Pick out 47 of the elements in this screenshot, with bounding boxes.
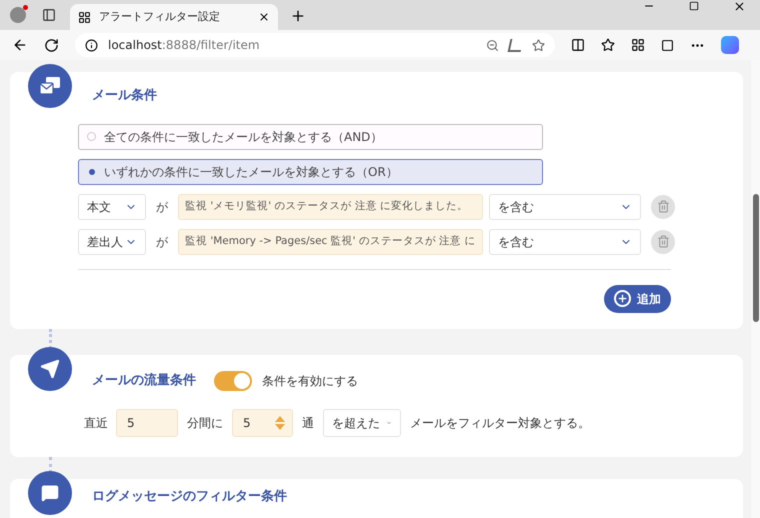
unit-text: 分間に <box>187 414 223 432</box>
prefix-text: 直近 <box>84 414 108 432</box>
reload-icon[interactable] <box>44 38 59 52</box>
unit-text: 通 <box>302 414 314 432</box>
section-title: メール条件 <box>92 87 158 105</box>
info-icon <box>85 38 98 52</box>
back-icon[interactable] <box>12 37 28 53</box>
close-icon[interactable] <box>258 11 270 23</box>
value-field[interactable]: 監視 'メモリ監視' のステータスが 注意 に変化しました。 <box>178 194 483 220</box>
favorite-icon[interactable] <box>532 38 545 52</box>
favorites-icon[interactable] <box>601 38 615 52</box>
trash-icon <box>656 200 670 213</box>
sidebar-icon[interactable] <box>42 8 56 22</box>
value-field[interactable]: 監視 'Memory -> Pages/sec 監視' のステータスが 注意 に <box>178 228 483 254</box>
new-tab-icon[interactable] <box>290 8 306 24</box>
close-window-icon[interactable] <box>733 0 746 13</box>
split-icon[interactable] <box>571 38 585 52</box>
operator-select[interactable]: を含む <box>489 228 641 254</box>
scrollbar[interactable] <box>751 60 760 518</box>
browser-tab[interactable]: アラートフィルター設定 <box>70 4 278 30</box>
tab-title: アラートフィルター設定 <box>99 8 221 25</box>
radio-option[interactable]: いずれかの条件に一致したメールを対象とする（OR） <box>78 158 543 184</box>
maximize-icon[interactable] <box>689 1 699 11</box>
delete-button[interactable] <box>651 194 675 218</box>
add-button[interactable]: 追加 <box>604 284 671 312</box>
url-text: localhost:8888/filter/item <box>108 37 261 54</box>
suffix-text: メールをフィルター対象とする。 <box>410 414 590 432</box>
field-select[interactable]: 差出人 <box>78 228 146 254</box>
zoom-out-icon[interactable] <box>486 38 499 52</box>
connector-text: が <box>156 234 168 250</box>
section-title: メールの流量条件 <box>92 372 196 390</box>
trash-icon <box>656 235 670 248</box>
comparison-select[interactable]: を超えた <box>323 408 401 436</box>
delete-button[interactable] <box>651 230 675 254</box>
plus-icon <box>614 290 631 307</box>
toggle-label: 条件を有効にする <box>262 372 358 390</box>
section-title: ログメッセージのフィルター条件 <box>92 488 287 504</box>
operator-select[interactable]: を含む <box>489 194 641 220</box>
profile-icon[interactable] <box>10 7 26 23</box>
count-field[interactable]: 5 <box>232 408 293 436</box>
radio-option[interactable]: 全ての条件に一致したメールを対象とする（AND） <box>78 124 543 150</box>
page-icon <box>78 10 91 24</box>
toggle-switch[interactable] <box>214 370 252 390</box>
minutes-field[interactable]: 5 <box>116 408 178 436</box>
connector-text: が <box>156 198 168 216</box>
address-bar[interactable]: localhost:8888/filter/item <box>75 33 555 57</box>
field-select[interactable]: 本文 <box>78 194 146 220</box>
